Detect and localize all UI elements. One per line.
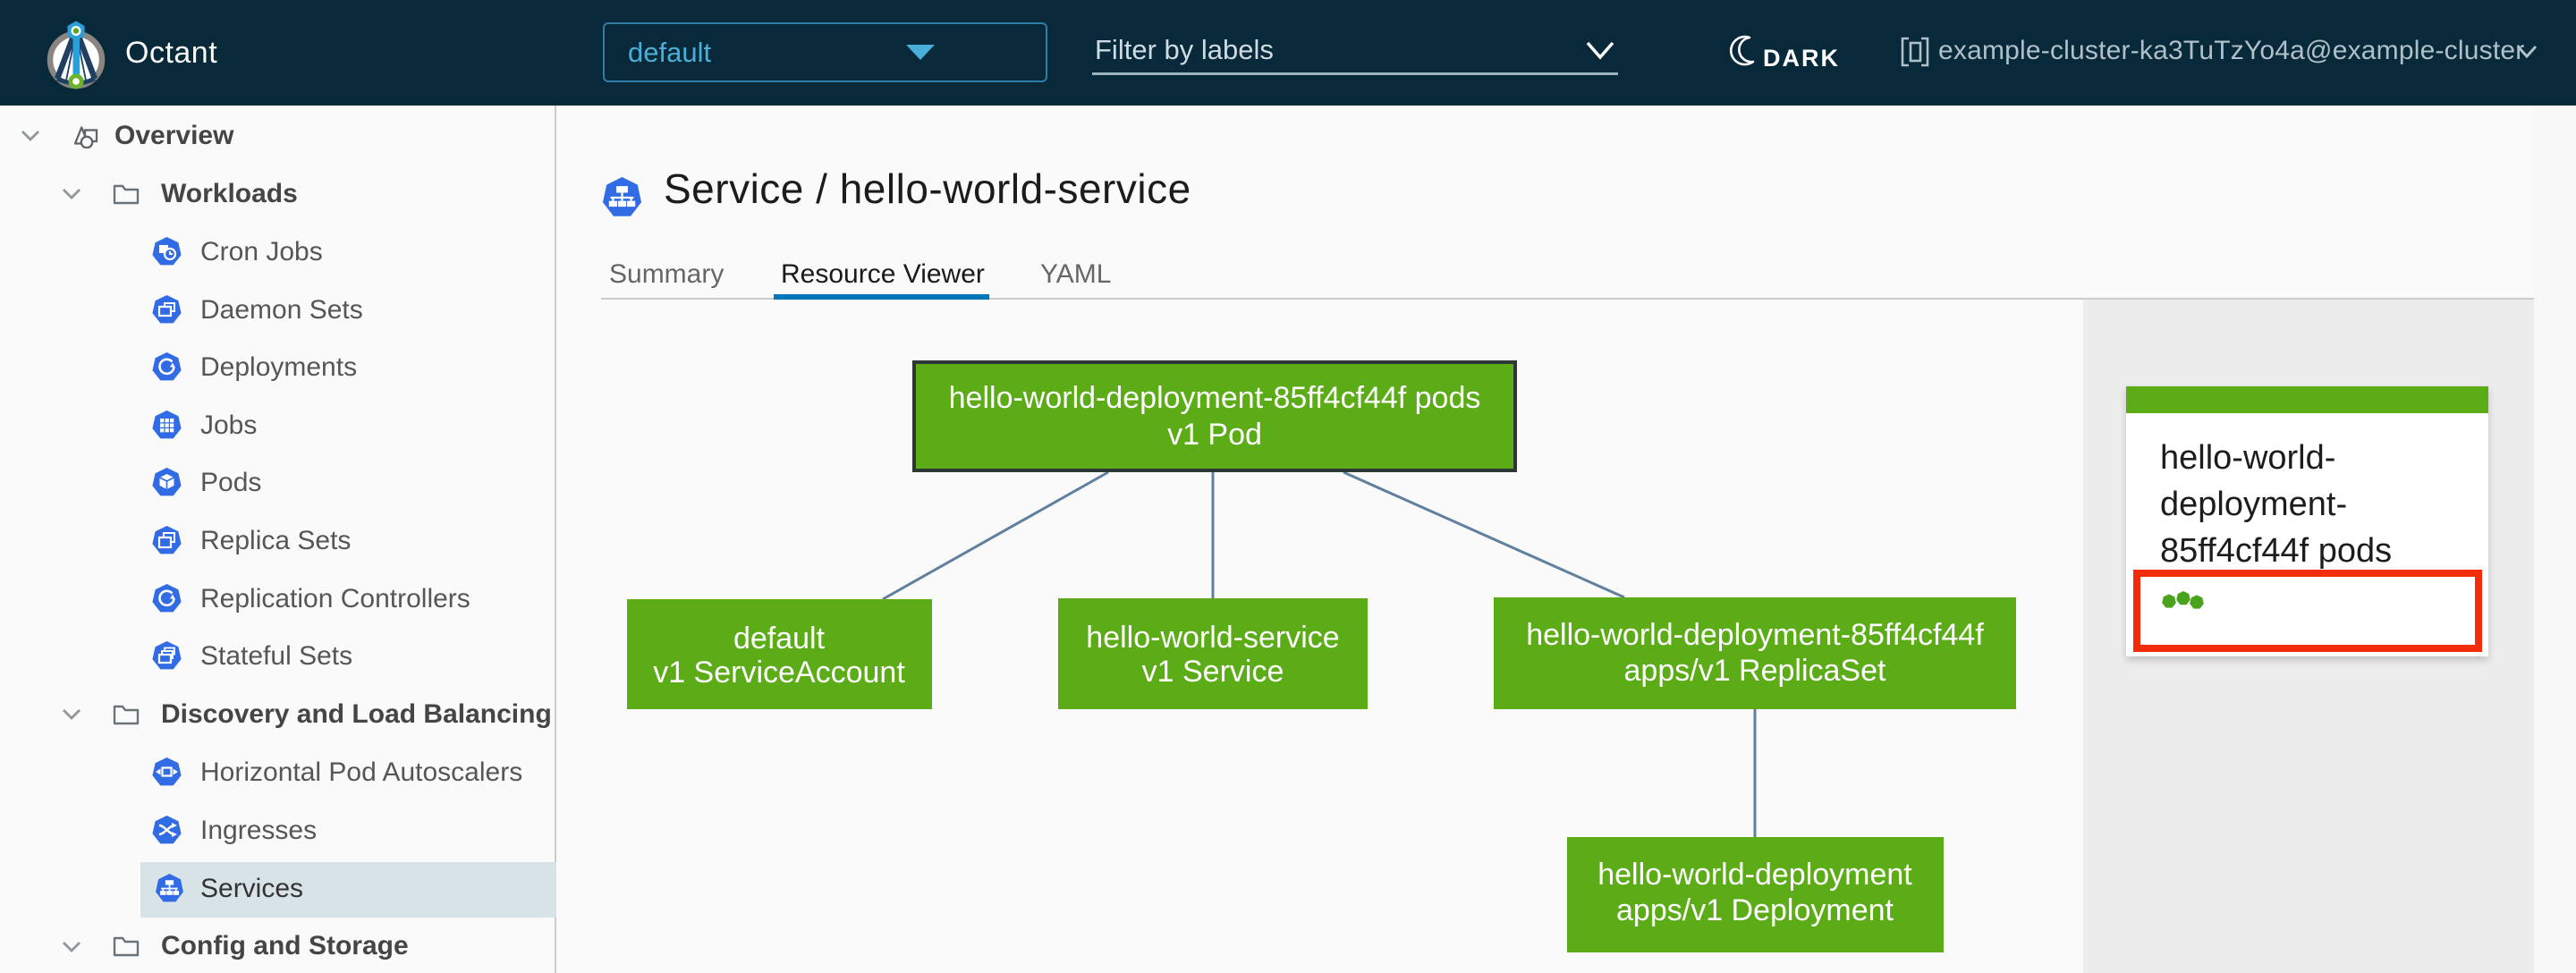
svg-text:hello-world-service: hello-world-service — [1086, 621, 1339, 655]
svg-text:default: default — [733, 622, 826, 656]
svg-text:hello-world-deployment: hello-world-deployment — [1597, 858, 1912, 892]
svg-text:apps/v1 Deployment: apps/v1 Deployment — [1616, 893, 1894, 927]
svg-text:hello-world-deployment-85ff4cf: hello-world-deployment-85ff4cf44f — [1526, 618, 1984, 652]
svg-text:hello-world-deployment-85ff4cf: hello-world-deployment-85ff4cf44f pods — [949, 381, 1481, 415]
svg-text:v1 Pod: v1 Pod — [1167, 418, 1262, 452]
svg-text:apps/v1 ReplicaSet: apps/v1 ReplicaSet — [1624, 654, 1887, 688]
svg-text:v1 ServiceAccount: v1 ServiceAccount — [653, 656, 905, 690]
svg-text:v1 Service: v1 Service — [1142, 655, 1284, 689]
